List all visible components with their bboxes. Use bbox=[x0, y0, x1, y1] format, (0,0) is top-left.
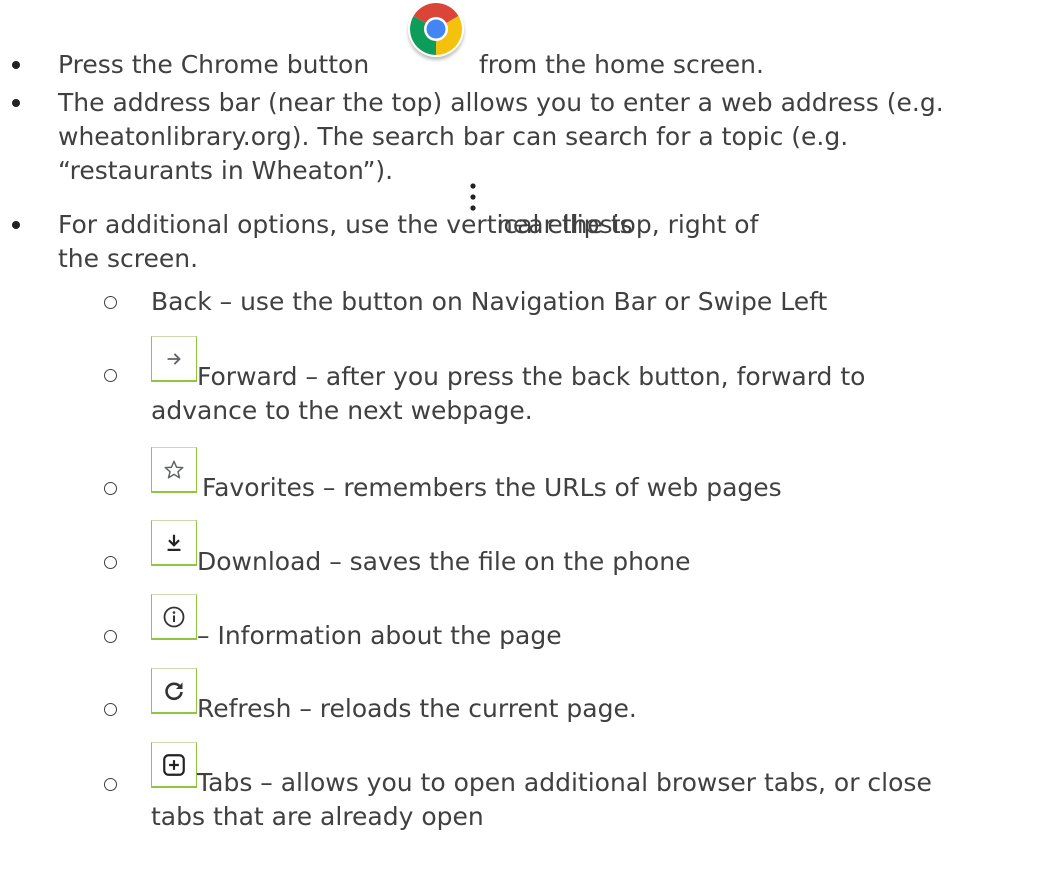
bullet-3-text-b: near the top, right of bbox=[497, 210, 759, 239]
download-icon bbox=[167, 534, 181, 551]
sub-bullet-marker bbox=[104, 703, 117, 716]
sub-bullet-marker bbox=[104, 482, 117, 495]
sub-bullet-marker bbox=[104, 369, 117, 382]
favorites-button[interactable] bbox=[151, 447, 197, 493]
forward-button[interactable] bbox=[151, 336, 197, 382]
bullet-1-text-a: Press the Chrome button bbox=[58, 50, 370, 79]
option-download-text: Download – saves the file on the phone bbox=[197, 547, 691, 576]
option-back-text: Back – use the button on Navigation Bar … bbox=[151, 287, 828, 316]
option-forward-text-2: advance to the next webpage. bbox=[151, 396, 533, 425]
info-button[interactable] bbox=[151, 594, 197, 640]
refresh-icon bbox=[165, 682, 183, 700]
new-tab-icon bbox=[163, 753, 185, 776]
forward-arrow-icon bbox=[167, 352, 181, 365]
chrome-icon bbox=[408, 1, 464, 57]
option-favorites-text: Favorites – remembers the URLs of web pa… bbox=[202, 473, 782, 502]
option-tabs-text-2: tabs that are already open bbox=[151, 802, 484, 831]
vertical-ellipsis-icon bbox=[470, 183, 476, 211]
bullet-marker bbox=[12, 221, 20, 229]
sub-bullet-marker bbox=[104, 556, 117, 569]
bullet-3-text-c: the screen. bbox=[58, 244, 199, 273]
bullet-2-line-1: The address bar (near the top) allows yo… bbox=[58, 88, 944, 117]
bullet-marker bbox=[12, 99, 20, 107]
option-info-text: – Information about the page bbox=[197, 621, 562, 650]
bullet-marker bbox=[12, 61, 20, 69]
sub-bullet-marker bbox=[104, 630, 117, 643]
star-icon bbox=[164, 460, 184, 479]
bullet-2-line-3: “restaurants in Wheaton”). bbox=[58, 156, 394, 185]
option-tabs-text-1: Tabs – allows you to open additional bro… bbox=[197, 768, 932, 797]
info-icon bbox=[163, 606, 185, 627]
sub-bullet-marker bbox=[104, 296, 117, 309]
tabs-button[interactable] bbox=[151, 742, 197, 788]
bullet-1-text-b: from the home screen. bbox=[479, 50, 764, 79]
bullet-2-line-2: wheatonlibrary.org). The search bar can … bbox=[58, 122, 849, 151]
option-refresh-text: Refresh – reloads the current page. bbox=[197, 694, 637, 723]
download-button[interactable] bbox=[151, 520, 197, 566]
sub-bullet-marker bbox=[104, 778, 117, 791]
option-forward-text-1: Forward – after you press the back butto… bbox=[197, 362, 866, 391]
refresh-button[interactable] bbox=[151, 668, 197, 714]
